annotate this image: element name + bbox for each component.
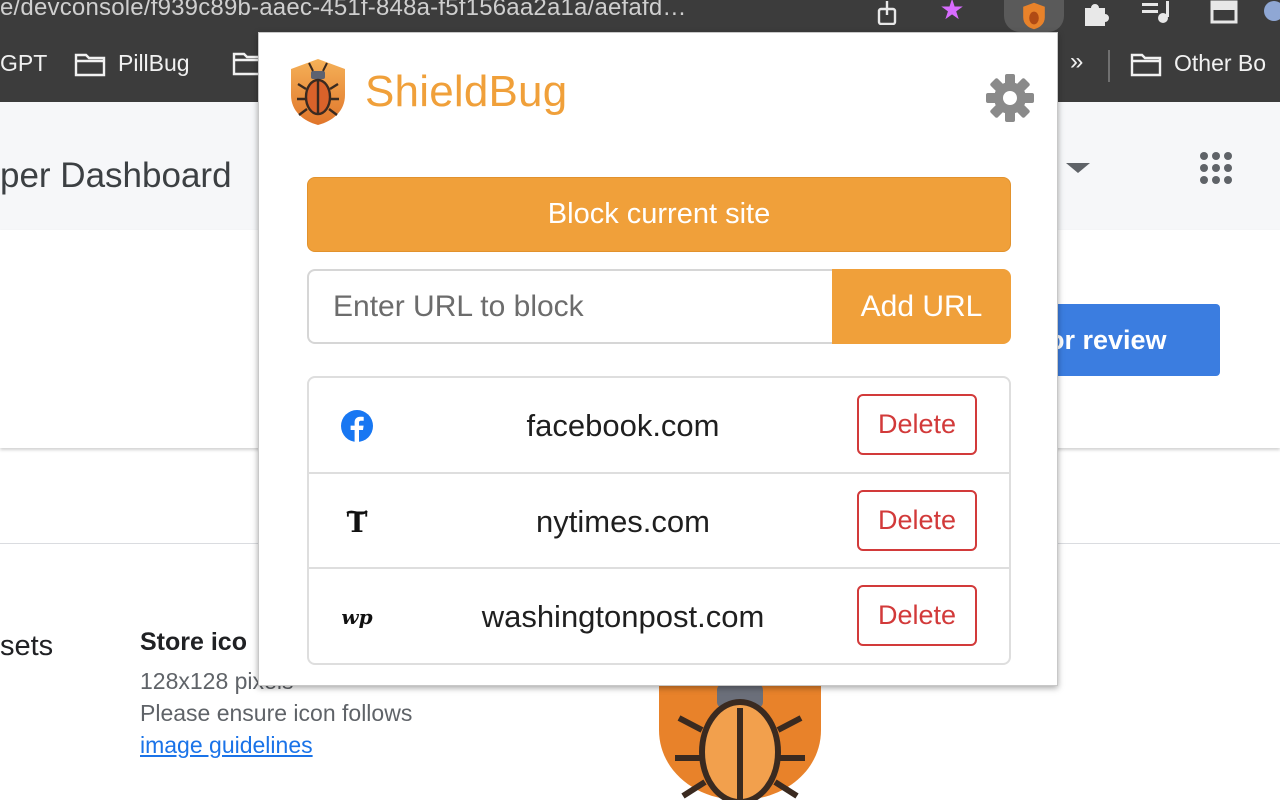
shieldbug-popup: ShieldBug Block current site Add URL fac… [258,32,1058,686]
nytimes-icon: T [341,506,373,538]
assets-section-label: sets [0,630,54,662]
folder-icon [74,53,106,76]
svg-text:wp: wp [341,605,372,629]
blocked-site-row: T nytimes.com Delete [309,474,1009,570]
site-domain: washingtonpost.com [481,599,765,635]
blocked-site-row: wp washingtonpost.com Delete [309,569,1009,663]
bookmark-label: Other Bo [1174,50,1267,76]
block-current-site-button[interactable]: Block current site [307,177,1011,252]
address-bar-url[interactable]: e/devconsole/f939c89b-aaec-451f-848a-f5f… [0,0,687,22]
add-url-button[interactable]: Add URL [832,269,1011,344]
bookmarks-overflow-chevron[interactable]: » [1070,48,1083,76]
facebook-icon [341,410,373,442]
bookmarks-separator [1108,50,1110,82]
bookmark-star-icon[interactable]: ★ [936,0,968,25]
folder-icon [1130,53,1162,76]
store-icon-note: Please ensure icon follows [140,700,413,726]
bookmark-label: PillBug [118,50,190,76]
share-icon[interactable] [874,0,900,26]
profile-avatar-icon[interactable] [1262,0,1280,26]
shieldbug-extension-icon[interactable] [1004,0,1064,32]
apps-grid-icon[interactable] [1200,152,1232,184]
blocked-sites-list: facebook.com Delete T nytimes.com Delete… [307,376,1011,665]
delete-site-button[interactable]: Delete [857,585,977,647]
tab-search-icon[interactable] [1206,0,1242,26]
media-control-icon[interactable] [1140,0,1176,26]
brand-title: ShieldBug [365,67,568,116]
page-title: per Dashboard [0,156,232,195]
store-icon-title: Store ico [140,628,247,656]
washingtonpost-icon: wp [341,601,373,633]
site-domain: nytimes.com [536,503,710,539]
bookmark-gpt[interactable]: GPT [0,50,47,77]
delete-site-button[interactable]: Delete [857,489,977,551]
bookmark-label: GPT [0,50,48,76]
bookmark-folder-pillbug[interactable]: PillBug [74,50,190,77]
extensions-puzzle-icon[interactable] [1078,0,1114,26]
browser-toolbar: e/devconsole/f939c89b-aaec-451f-848a-f5f… [0,0,1280,32]
delete-site-button[interactable]: Delete [857,394,977,455]
shieldbug-logo [291,59,345,125]
url-input[interactable] [307,269,833,344]
add-url-group: Add URL [307,269,1011,344]
bookmark-folder-other[interactable]: Other Bo [1130,50,1266,77]
image-guidelines-link[interactable]: image guidelines [140,732,313,759]
settings-gear-icon[interactable] [985,73,1035,123]
caret-down-icon [1066,163,1090,173]
blocked-site-row: facebook.com Delete [309,378,1009,474]
site-domain: facebook.com [526,408,720,443]
